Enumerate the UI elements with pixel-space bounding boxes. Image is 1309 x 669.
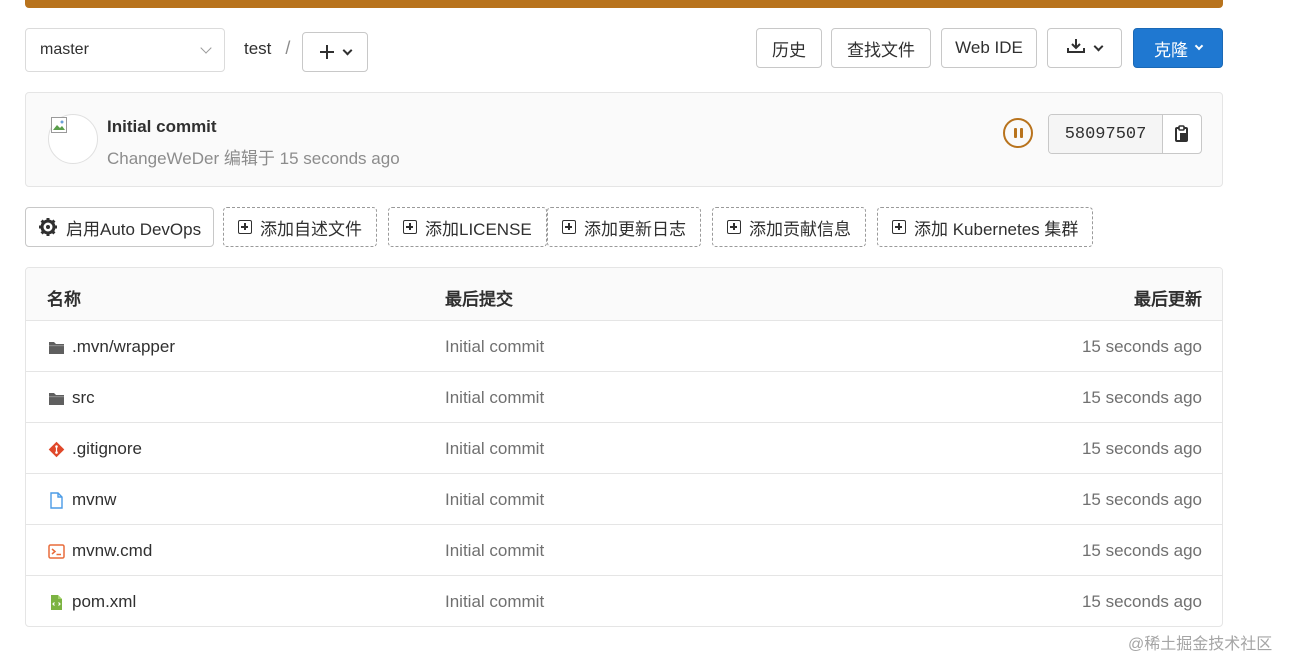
chevron-down-icon <box>342 45 352 55</box>
commit-sha[interactable]: 58097507 <box>1049 115 1163 153</box>
last-commit-cell[interactable]: Initial commit <box>445 490 544 510</box>
file-name[interactable]: pom.xml <box>72 592 136 612</box>
file-icon <box>50 491 63 509</box>
file-name-cell[interactable]: src <box>48 388 95 408</box>
add-changelog-button[interactable]: 添加更新日志 <box>547 207 701 247</box>
add-kubernetes-cluster-button[interactable]: 添加 Kubernetes 集群 <box>877 207 1094 247</box>
file-name-cell[interactable]: mvnw.cmd <box>48 541 152 561</box>
folder-icon <box>49 341 64 354</box>
table-header: 名称 最后提交 最后更新 <box>26 268 1222 321</box>
commit-edited-label: 编辑于 <box>223 149 275 168</box>
plus-square-icon <box>238 220 252 234</box>
clipboard-icon <box>1175 125 1188 142</box>
column-header-last-update: 最后更新 <box>1134 290 1202 309</box>
last-commit-cell[interactable]: Initial commit <box>445 541 544 561</box>
commit-meta: ChangeWeDer 编辑于 15 seconds ago <box>107 144 400 169</box>
shortcut-label: 添加自述文件 <box>260 219 362 239</box>
file-name[interactable]: .gitignore <box>72 439 142 459</box>
find-file-button[interactable]: 查找文件 <box>831 28 931 68</box>
last-commit-panel: Initial commit ChangeWeDer 编辑于 15 second… <box>25 92 1223 187</box>
last-commit-cell[interactable]: Initial commit <box>445 388 544 408</box>
git-icon <box>48 441 65 457</box>
file-name-cell[interactable]: .gitignore <box>48 439 142 459</box>
breadcrumb-project[interactable]: test <box>244 39 271 59</box>
branch-name: master <box>40 41 89 58</box>
download-icon <box>1067 38 1085 59</box>
watermark: @稀土掘金技术社区 <box>1128 636 1273 653</box>
commit-title[interactable]: Initial commit <box>107 117 217 137</box>
chevron-down-icon <box>1093 41 1104 51</box>
file-name[interactable]: .mvn/wrapper <box>72 337 175 357</box>
clone-button[interactable]: 克隆 <box>1133 28 1223 68</box>
history-button[interactable]: 历史 <box>756 28 822 68</box>
branch-selector[interactable]: master <box>25 28 225 72</box>
table-row[interactable]: mvnw.cmd Initial commit 15 seconds ago <box>26 525 1222 576</box>
pipeline-paused-icon[interactable] <box>1003 118 1033 148</box>
plus-square-icon <box>727 220 741 234</box>
avatar[interactable] <box>48 114 98 164</box>
chevron-down-icon <box>200 42 212 54</box>
plus-square-icon <box>562 220 576 234</box>
last-update-cell: 15 seconds ago <box>1081 439 1202 458</box>
file-name[interactable]: mvnw.cmd <box>72 541 152 561</box>
last-commit-cell[interactable]: Initial commit <box>445 439 544 459</box>
clone-label: 克隆 <box>1154 40 1188 60</box>
chevron-down-icon <box>1194 41 1204 51</box>
shortcut-label: 添加更新日志 <box>584 219 686 239</box>
plus-icon <box>319 45 334 59</box>
folder-icon <box>49 392 64 405</box>
file-name-cell[interactable]: .mvn/wrapper <box>48 337 175 357</box>
add-readme-button[interactable]: 添加自述文件 <box>223 207 377 247</box>
shortcut-label: 启用Auto DevOps <box>66 219 202 239</box>
add-license-button[interactable]: 添加LICENSE <box>388 207 547 247</box>
gear-icon <box>39 218 57 236</box>
terminal-icon <box>48 543 65 559</box>
last-update-cell: 15 seconds ago <box>1081 490 1202 509</box>
table-row[interactable]: .mvn/wrapper Initial commit 15 seconds a… <box>26 321 1222 372</box>
copy-sha-button[interactable] <box>1163 115 1201 153</box>
last-update-cell: 15 seconds ago <box>1081 337 1202 356</box>
file-name[interactable]: mvnw <box>72 490 116 510</box>
file-name-cell[interactable]: pom.xml <box>48 592 136 612</box>
file-name[interactable]: src <box>72 388 95 408</box>
shortcut-label: 添加LICENSE <box>425 219 532 239</box>
commit-time: 15 seconds ago <box>279 149 400 168</box>
plus-square-icon <box>403 220 417 234</box>
file-name-cell[interactable]: mvnw <box>48 490 116 510</box>
commit-sha-group: 58097507 <box>1048 114 1202 154</box>
column-header-last-commit: 最后提交 <box>445 290 513 309</box>
table-row[interactable]: pom.xml Initial commit 15 seconds ago <box>26 576 1222 626</box>
file-tree-table: 名称 最后提交 最后更新 .mvn/wrapper Initial commit… <box>25 267 1223 627</box>
broken-image-icon <box>51 117 67 133</box>
last-update-cell: 15 seconds ago <box>1081 541 1202 560</box>
enable-auto-devops-button[interactable]: 启用Auto DevOps <box>25 207 215 247</box>
add-new-dropdown-button[interactable] <box>302 32 368 72</box>
shortcut-label: 添加 Kubernetes 集群 <box>914 219 1079 239</box>
shortcut-label: 添加贡献信息 <box>749 219 851 239</box>
table-row[interactable]: .gitignore Initial commit 15 seconds ago <box>26 423 1222 474</box>
table-row[interactable]: mvnw Initial commit 15 seconds ago <box>26 474 1222 525</box>
breadcrumb: test / <box>244 38 290 59</box>
add-contributing-button[interactable]: 添加贡献信息 <box>712 207 866 247</box>
last-update-cell: 15 seconds ago <box>1081 388 1202 407</box>
breadcrumb-separator: / <box>285 38 291 58</box>
column-header-name: 名称 <box>47 290 81 309</box>
download-dropdown-button[interactable] <box>1047 28 1122 68</box>
last-update-cell: 15 seconds ago <box>1081 592 1202 611</box>
plus-square-icon <box>892 220 906 234</box>
last-commit-cell[interactable]: Initial commit <box>445 592 544 612</box>
top-progress-bar <box>25 0 1223 8</box>
xml-file-icon <box>51 594 62 610</box>
web-ide-button[interactable]: Web IDE <box>941 28 1037 68</box>
last-commit-cell[interactable]: Initial commit <box>445 337 544 357</box>
commit-author[interactable]: ChangeWeDer <box>107 149 219 168</box>
table-row[interactable]: src Initial commit 15 seconds ago <box>26 372 1222 423</box>
